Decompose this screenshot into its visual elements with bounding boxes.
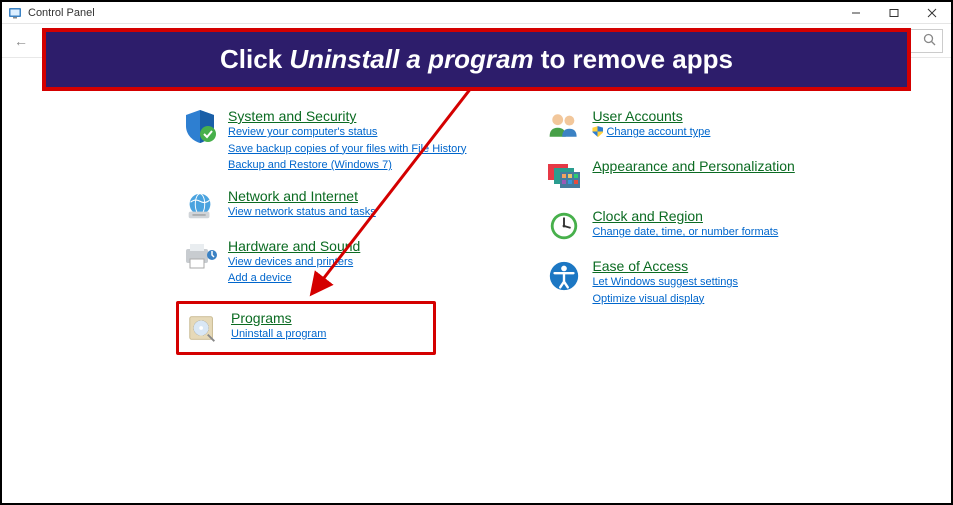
back-button[interactable]: ← — [10, 30, 32, 52]
category-hardware-sound: Hardware and Sound View devices and prin… — [182, 238, 466, 287]
category-system-security: System and Security Review your computer… — [182, 108, 466, 174]
control-panel-icon — [8, 6, 22, 20]
window-controls — [837, 2, 951, 24]
programs-icon — [185, 310, 221, 346]
callout-emphasis: Uninstall a program — [289, 44, 533, 74]
window-title: Control Panel — [28, 7, 95, 19]
link-file-history[interactable]: Save backup copies of your files with Fi… — [228, 141, 466, 158]
user-accounts-title[interactable]: User Accounts — [592, 108, 710, 124]
category-network-internet: Network and Internet View network status… — [182, 188, 466, 224]
window-frame: Click Uninstall a program to remove apps… — [0, 0, 953, 505]
ease-of-access-title[interactable]: Ease of Access — [592, 258, 738, 274]
right-column: User Accounts Change account type — [546, 108, 794, 355]
clock-region-title[interactable]: Clock and Region — [592, 208, 778, 224]
link-uninstall-program[interactable]: Uninstall a program — [231, 326, 326, 343]
hardware-sound-title[interactable]: Hardware and Sound — [228, 238, 360, 254]
link-change-account-type[interactable]: Change account type — [592, 124, 710, 141]
appearance-title[interactable]: Appearance and Personalization — [592, 158, 794, 174]
ease-of-access-icon — [546, 258, 582, 294]
shield-icon — [182, 108, 218, 144]
maximize-button[interactable] — [875, 2, 913, 24]
callout-suffix: to remove apps — [534, 44, 733, 74]
system-security-title[interactable]: System and Security — [228, 108, 466, 124]
category-ease-of-access: Ease of Access Let Windows suggest setti… — [546, 258, 794, 307]
link-devices-printers[interactable]: View devices and printers — [228, 254, 360, 271]
appearance-icon — [546, 158, 582, 194]
search-icon — [923, 33, 936, 49]
link-suggest-settings[interactable]: Let Windows suggest settings — [592, 274, 738, 291]
printer-icon — [182, 238, 218, 274]
link-review-status[interactable]: Review your computer's status — [228, 124, 466, 141]
network-internet-title[interactable]: Network and Internet — [228, 188, 376, 204]
programs-title[interactable]: Programs — [231, 310, 326, 326]
category-appearance: Appearance and Personalization — [546, 158, 794, 194]
link-add-device[interactable]: Add a device — [228, 270, 360, 287]
clock-icon — [546, 208, 582, 244]
globe-icon — [182, 188, 218, 224]
titlebar: Control Panel — [2, 2, 951, 24]
link-network-status[interactable]: View network status and tasks — [228, 204, 376, 221]
instruction-callout: Click Uninstall a program to remove apps — [42, 28, 911, 91]
category-user-accounts: User Accounts Change account type — [546, 108, 794, 144]
minimize-button[interactable] — [837, 2, 875, 24]
content-area: Adjust your computer's settings View by:… — [2, 58, 951, 365]
users-icon — [546, 108, 582, 144]
category-clock-region: Clock and Region Change date, time, or n… — [546, 208, 794, 244]
link-change-date-time[interactable]: Change date, time, or number formats — [592, 224, 778, 241]
link-backup-restore[interactable]: Backup and Restore (Windows 7) — [228, 157, 466, 174]
category-programs: Programs Uninstall a program — [176, 301, 436, 355]
close-button[interactable] — [913, 2, 951, 24]
left-column: System and Security Review your computer… — [182, 108, 466, 355]
callout-prefix: Click — [220, 44, 289, 74]
link-optimize-display[interactable]: Optimize visual display — [592, 291, 738, 308]
